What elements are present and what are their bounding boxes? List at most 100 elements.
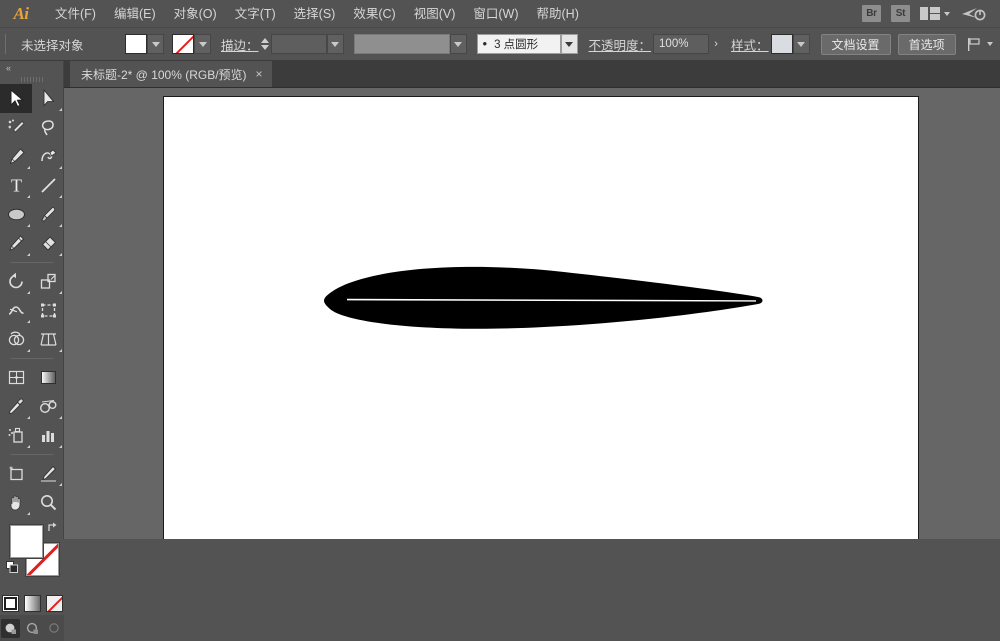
menu-item-select[interactable]: 选择(S)	[285, 2, 345, 26]
magic-wand-tool[interactable]	[0, 113, 32, 142]
color-mode-button[interactable]	[2, 595, 19, 612]
stroke-weight-dropdown[interactable]	[327, 34, 344, 54]
shape-builder-tool[interactable]	[0, 325, 32, 354]
preferences-button[interactable]: 首选项	[898, 34, 956, 55]
scale-tool[interactable]	[32, 267, 64, 296]
brush-definition-input[interactable]: • 3 点圆形	[477, 34, 561, 54]
control-bar-grip[interactable]	[3, 34, 10, 54]
pen-tool[interactable]	[0, 142, 32, 171]
brush-definition-dropdown[interactable]	[561, 34, 578, 54]
opacity-input[interactable]: 100%	[653, 34, 709, 54]
swap-fill-stroke-button[interactable]	[46, 521, 59, 534]
graphic-style-swatch[interactable]	[771, 34, 793, 54]
tools-collapse-button[interactable]: «	[0, 61, 63, 75]
menu-item-help[interactable]: 帮助(H)	[528, 2, 588, 26]
chevron-down-icon	[944, 12, 950, 16]
direct-selection-tool[interactable]	[32, 84, 64, 113]
stroke-color-swatch[interactable]	[172, 34, 194, 54]
menu-item-type[interactable]: 文字(T)	[226, 2, 285, 26]
tool-flyout-indicator-icon	[59, 416, 62, 419]
zoom-tool[interactable]	[32, 488, 64, 517]
selection-arrow-icon	[8, 89, 25, 108]
mesh-tool[interactable]	[0, 363, 32, 392]
line-segment-tool[interactable]	[32, 171, 64, 200]
lasso-tool[interactable]	[32, 113, 64, 142]
line-segment-icon	[39, 176, 58, 195]
selection-status-label: 未选择对象	[21, 35, 125, 54]
draw-behind-button[interactable]	[23, 619, 42, 638]
menu-item-edit[interactable]: 编辑(E)	[105, 2, 165, 26]
menu-item-object[interactable]: 对象(O)	[165, 2, 226, 26]
curvature-tool[interactable]	[32, 142, 64, 171]
tools-panel: «	[0, 61, 64, 539]
tool-flyout-indicator-icon	[27, 512, 30, 515]
artboard-tool[interactable]	[0, 459, 32, 488]
symbol-sprayer-tool[interactable]	[0, 421, 32, 450]
pencil-tool[interactable]	[0, 229, 32, 258]
stepper-down-icon	[261, 45, 269, 50]
none-mode-button[interactable]	[46, 595, 63, 612]
tool-flyout-indicator-icon	[59, 253, 62, 256]
document-tab-bar: 未标题-2* @ 100% (RGB/预览) ×	[0, 61, 1000, 88]
free-transform-tool[interactable]	[32, 296, 64, 325]
width-tool[interactable]	[0, 296, 32, 325]
fill-swatch[interactable]	[10, 525, 43, 558]
blend-tool[interactable]	[32, 392, 64, 421]
shape-builder-icon	[7, 330, 26, 349]
gradient-mode-button[interactable]	[24, 595, 41, 612]
stroke-profile-input[interactable]	[354, 34, 450, 54]
eraser-tool[interactable]	[32, 229, 64, 258]
column-graph-tool[interactable]	[32, 421, 64, 450]
ellipse-tool[interactable]	[0, 200, 32, 229]
menu-item-effect[interactable]: 效果(C)	[344, 2, 404, 26]
opacity-flyout-arrow[interactable]: ›	[709, 34, 723, 54]
stroke-profile-dropdown[interactable]	[450, 34, 467, 54]
paintbrush-tool[interactable]	[32, 200, 64, 229]
selection-tool[interactable]	[0, 84, 32, 113]
stroke-weight-stepper[interactable]	[259, 34, 271, 54]
canvas-area[interactable]	[64, 88, 1000, 539]
tool-flyout-indicator-icon	[59, 108, 62, 111]
workspace-switcher-button[interactable]	[920, 7, 950, 20]
paintbrush-icon	[39, 205, 58, 224]
menu-item-window[interactable]: 窗口(W)	[464, 2, 527, 26]
fill-color-dropdown[interactable]	[147, 34, 164, 54]
gradient-tool[interactable]	[32, 363, 64, 392]
menu-item-file[interactable]: 文件(F)	[46, 2, 105, 26]
stroke-color-dropdown[interactable]	[194, 34, 211, 54]
draw-inside-button[interactable]	[45, 619, 64, 638]
symbol-sprayer-icon	[7, 426, 26, 445]
default-fill-stroke-button[interactable]	[6, 561, 19, 574]
chevron-down-icon	[152, 42, 160, 47]
tool-flyout-indicator-icon	[59, 224, 62, 227]
close-icon[interactable]: ×	[256, 68, 263, 80]
chevron-down-icon	[565, 42, 573, 47]
bridge-button[interactable]: Br	[862, 5, 881, 22]
align-dropdown-chevron-down-icon[interactable]	[987, 42, 993, 46]
artwork-layer	[164, 97, 920, 539]
type-tool[interactable]: T	[0, 171, 32, 200]
slice-tool[interactable]	[32, 459, 64, 488]
rotate-tool[interactable]	[0, 267, 32, 296]
draw-mode-row	[0, 615, 64, 641]
fill-color-swatch[interactable]	[125, 34, 147, 54]
document-setup-button[interactable]: 文档设置	[821, 34, 891, 55]
document-tab[interactable]: 未标题-2* @ 100% (RGB/预览) ×	[70, 61, 272, 87]
eyedropper-tool[interactable]	[0, 392, 32, 421]
graphic-style-dropdown[interactable]	[793, 34, 810, 54]
tools-panel-grip[interactable]	[0, 75, 63, 84]
tool-flyout-indicator-icon	[27, 224, 30, 227]
hand-tool[interactable]	[0, 488, 32, 517]
artboard[interactable]	[163, 96, 919, 539]
perspective-grid-tool[interactable]	[32, 325, 64, 354]
app-logo-icon: Ai	[4, 1, 38, 27]
draw-normal-button[interactable]	[1, 619, 20, 638]
menu-items: 文件(F) 编辑(E) 对象(O) 文字(T) 选择(S) 效果(C) 视图(V…	[46, 2, 588, 26]
align-objects-button[interactable]	[966, 37, 982, 52]
stock-button[interactable]: St	[891, 5, 910, 22]
draw-behind-icon	[26, 622, 39, 635]
stroke-weight-input[interactable]	[271, 34, 327, 54]
search-help-button[interactable]	[960, 5, 986, 23]
menu-item-view[interactable]: 视图(V)	[405, 2, 465, 26]
rotate-icon	[7, 272, 26, 291]
